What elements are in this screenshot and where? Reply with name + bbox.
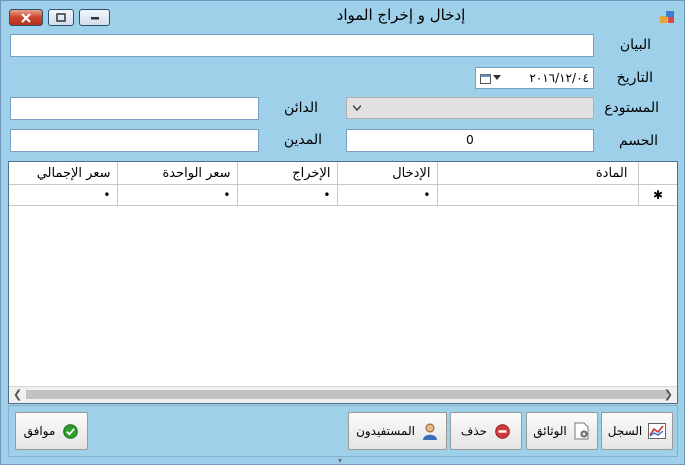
cell-output[interactable]: • (237, 184, 338, 206)
column-header-total-price[interactable]: سعر الإجمالي (9, 162, 118, 185)
column-header-item[interactable]: المادة (437, 162, 639, 185)
close-button[interactable] (9, 9, 43, 26)
title-bar: إدخال و إخراج المواد (1, 1, 684, 31)
date-label: التاريخ (616, 70, 653, 86)
record-label: السجل (607, 424, 643, 438)
column-header-unit-price[interactable]: سعر الواحدة (117, 162, 238, 185)
items-grid[interactable]: سعر الإجمالي سعر الواحدة الإخراج الإدخال… (8, 161, 678, 404)
scroll-right-icon[interactable]: ❯ (664, 388, 673, 401)
document-gear-icon (573, 422, 591, 440)
date-value: ٢٠١٦/١٢/٠٤ (529, 71, 589, 85)
date-picker[interactable]: ٢٠١٦/١٢/٠٤ (475, 67, 594, 89)
record-button[interactable]: السجل (601, 412, 673, 450)
scroll-left-icon[interactable]: ❮ (13, 388, 22, 401)
delete-button[interactable]: حذف (450, 412, 522, 450)
row-header-column: ✱ (638, 162, 677, 206)
documents-button[interactable]: الوثائق (526, 412, 598, 450)
minimize-button[interactable] (79, 9, 110, 26)
resize-grip-icon[interactable]: ▾ (338, 456, 347, 464)
chart-icon (648, 422, 667, 440)
ok-button[interactable]: موافق (15, 412, 88, 450)
debtor-input[interactable] (10, 129, 259, 152)
cell-unit-price[interactable]: • (117, 184, 238, 206)
user-icon (421, 422, 439, 440)
statement-input[interactable] (10, 34, 594, 57)
cell-input[interactable]: • (337, 184, 438, 206)
cell-total-price[interactable]: • (9, 184, 118, 206)
horizontal-scrollbar[interactable]: ❮ ❯ (9, 386, 677, 403)
creditor-label: الدائن (284, 100, 318, 116)
calendar-icon (480, 73, 491, 84)
new-row-marker[interactable]: ✱ (638, 185, 677, 206)
documents-label: الوثائق (533, 424, 567, 438)
maximize-button[interactable] (48, 9, 74, 26)
warehouse-select[interactable] (346, 97, 594, 119)
minimize-icon (90, 16, 99, 19)
creditor-input[interactable] (10, 97, 259, 120)
ok-label: موافق (23, 424, 56, 438)
button-bar: السجل الوثائق حذف المستفيدون موافق (8, 405, 678, 457)
check-icon (61, 422, 79, 440)
delete-label: حذف (460, 424, 488, 438)
restore-icon (56, 13, 66, 22)
debtor-label: المدين (283, 132, 322, 148)
delete-icon (493, 422, 511, 440)
close-icon (21, 12, 31, 23)
beneficiaries-button[interactable]: المستفيدون (348, 412, 447, 450)
window-title: إدخال و إخراج المواد (336, 6, 466, 24)
chevron-down-icon (353, 105, 361, 111)
table-row[interactable]: • • • • (9, 184, 639, 206)
warehouse-label: المستودع (604, 100, 659, 116)
discount-label: الحسم (619, 133, 658, 149)
column-header-input[interactable]: الإدخال (337, 162, 438, 185)
grid-header-row: سعر الإجمالي سعر الواحدة الإخراج الإدخال… (9, 162, 639, 185)
scrollbar-thumb[interactable] (26, 390, 668, 399)
statement-label: البيان (619, 37, 651, 53)
main-window: إدخال و إخراج المواد البيان ٢٠١٦/١٢/٠٤ ا… (0, 0, 685, 465)
column-header-output[interactable]: الإخراج (237, 162, 338, 185)
cell-item[interactable] (437, 184, 639, 206)
row-header-corner (638, 162, 677, 185)
discount-input[interactable]: 0 (346, 129, 594, 152)
app-icon (660, 11, 674, 23)
items-table: سعر الإجمالي سعر الواحدة الإخراج الإدخال… (9, 162, 639, 206)
beneficiaries-label: المستفيدون (356, 424, 415, 438)
chevron-down-icon[interactable] (493, 75, 501, 81)
